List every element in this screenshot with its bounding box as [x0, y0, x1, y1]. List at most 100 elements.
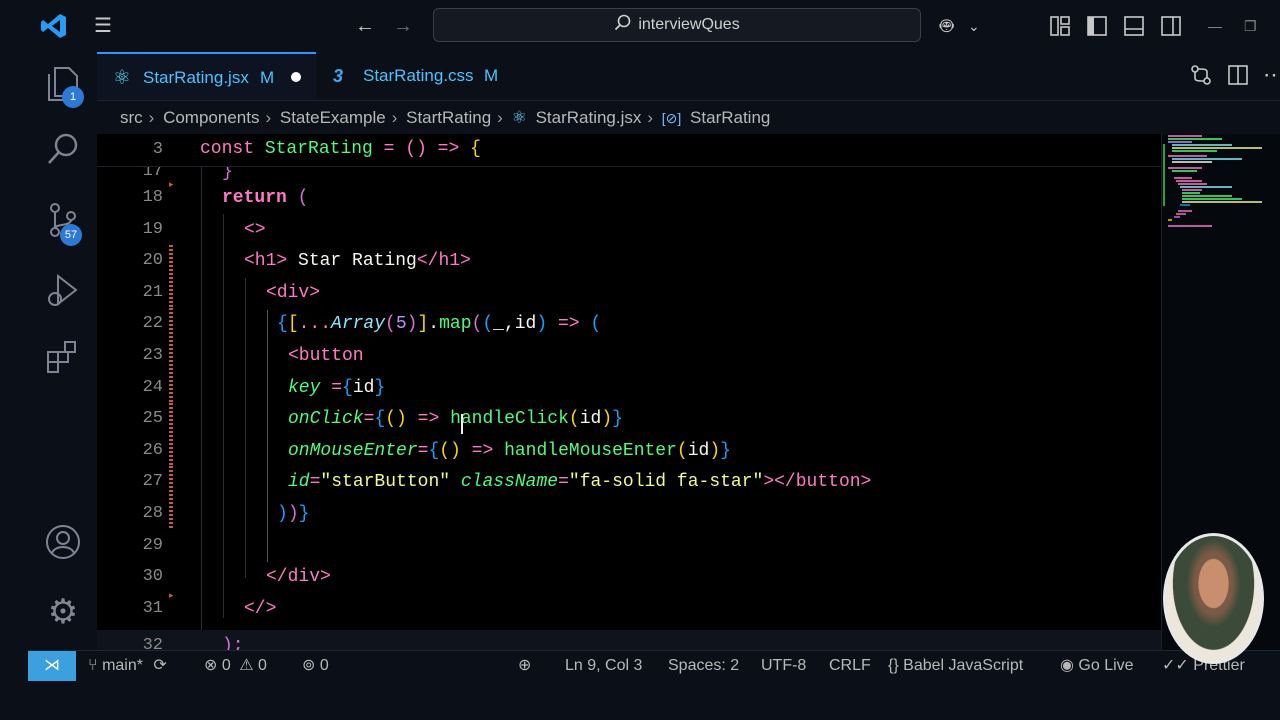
code-token: className	[460, 472, 559, 493]
modified-line-indicator[interactable]	[169, 498, 173, 530]
tab-starrating-jsx[interactable]: ⚛ StarRating.jsx M	[97, 52, 316, 100]
split-editor-icon[interactable]	[1228, 65, 1248, 85]
breadcrumb-item[interactable]: StarRating	[690, 108, 770, 127]
modified-line-indicator[interactable]	[169, 466, 173, 499]
breadcrumb-item[interactable]: Components	[163, 108, 259, 127]
tab-starrating-css[interactable]: 3 StarRating.css M	[317, 52, 539, 100]
customize-layout-icon[interactable]	[1050, 16, 1070, 36]
remote-indicator-icon[interactable]: ⋊	[28, 651, 76, 681]
settings-gear-icon[interactable]: ⚙	[43, 592, 83, 632]
back-arrow-icon[interactable]: ←	[355, 12, 375, 40]
code-token: ]	[417, 314, 429, 335]
fold-marker[interactable]: ▸	[169, 179, 174, 190]
copilot-icon[interactable]: 🤖︎	[940, 12, 953, 40]
code-token: =	[320, 377, 343, 398]
code-token: =>	[406, 409, 451, 430]
line-code: </>	[244, 593, 276, 625]
webcam-overlay	[1163, 533, 1264, 664]
vscode-logo-icon[interactable]	[40, 12, 68, 40]
code-token: </div>	[266, 567, 331, 588]
modified-line-indicator[interactable]	[169, 434, 173, 467]
code-line[interactable]: 20 <h1> Star Rating</h1>	[97, 245, 1161, 278]
line-code: onMouseEnter={() => handleMouseEnter(id)…	[288, 435, 731, 467]
go-live-label: Go Live	[1078, 657, 1134, 674]
more-actions-icon[interactable]: ⋯	[1263, 62, 1280, 88]
chevron-right-icon: ›	[265, 108, 272, 127]
code-line[interactable]: 25 onClick={() => handleClick(id)}	[97, 403, 1161, 436]
fold-marker[interactable]: ▸	[169, 590, 174, 601]
language-mode[interactable]: {} Babel JavaScript	[888, 651, 1023, 681]
status-bar: ⋊ ⑂ main* ⟳ ⊗ 0 ⚠ 0 ⊚ 0 ⊕ Ln 9, Col 3 Sp…	[28, 650, 1280, 681]
code-token: )	[536, 314, 548, 335]
code-token: 5	[395, 314, 407, 335]
zoom-icon[interactable]: ⊕	[518, 651, 531, 681]
code-token: =>	[547, 314, 591, 335]
code-line[interactable]: 19 <>	[97, 214, 1161, 246]
code-token: id	[352, 377, 375, 398]
toggle-sidebar-icon[interactable]	[1087, 16, 1107, 36]
toggle-secondary-sidebar-icon[interactable]	[1161, 16, 1181, 36]
sync-icon[interactable]: ⟳	[153, 657, 166, 674]
code-token: =	[558, 472, 569, 493]
language-label: Babel JavaScript	[903, 657, 1024, 674]
run-debug-icon[interactable]	[43, 272, 83, 312]
code-token: }	[374, 377, 386, 398]
restore-icon[interactable]: ❐	[1244, 12, 1257, 40]
menu-icon[interactable]: ☰	[94, 12, 112, 40]
branch-indicator[interactable]: ⑂ main* ⟳	[88, 651, 167, 681]
line-number: 31	[142, 598, 163, 618]
code-line[interactable]: 30 </div>	[97, 561, 1161, 593]
extensions-icon[interactable]	[43, 340, 83, 380]
line-number: 28	[142, 504, 163, 523]
chevron-down-icon[interactable]: ⌄	[968, 12, 980, 40]
breadcrumb-item[interactable]: StarRating.jsx	[536, 108, 642, 127]
line-code: );	[222, 636, 244, 650]
modified-line-indicator[interactable]	[169, 308, 173, 341]
code-line[interactable]: 26 onMouseEnter={() => handleMouseEnter(i…	[97, 434, 1161, 467]
line-code: <>	[244, 214, 266, 246]
modified-line-indicator[interactable]	[169, 340, 173, 372]
code-token: =	[363, 409, 375, 430]
code-line[interactable]: 22 {[...Array(5)].map((_,id) => (	[97, 308, 1161, 341]
code-line[interactable]: 29	[97, 530, 1161, 562]
modified-line-indicator[interactable]	[169, 371, 173, 404]
code-token: =	[417, 440, 429, 461]
tab-dirty-indicator[interactable]	[291, 72, 301, 82]
breadcrumb-item[interactable]: StartRating	[406, 108, 491, 127]
line-ending[interactable]: CRLF	[829, 651, 871, 681]
cursor-position[interactable]: Ln 9, Col 3	[565, 651, 642, 681]
toggle-panel-icon[interactable]	[1124, 16, 1144, 36]
code-line[interactable]: 18 return (	[97, 182, 1161, 214]
compare-changes-icon[interactable]	[1190, 64, 1212, 86]
breadcrumb-item[interactable]: StateExample	[280, 108, 386, 127]
code-line[interactable]: 21 <div>	[97, 276, 1161, 309]
search-icon[interactable]	[43, 132, 83, 172]
modified-line-indicator[interactable]	[169, 245, 173, 278]
forward-arrow-icon[interactable]: →	[393, 12, 413, 40]
command-center-search[interactable]: interviewQues	[433, 8, 921, 42]
indentation[interactable]: Spaces: 2	[668, 651, 739, 681]
encoding[interactable]: UTF-8	[761, 651, 806, 681]
code-token: id	[579, 409, 602, 430]
code-line[interactable]: 24 key ={id}	[97, 371, 1161, 404]
line-code: ))}	[277, 498, 309, 530]
go-live-button[interactable]: ◉ Go Live	[1060, 651, 1134, 681]
code-line[interactable]: 32 );	[97, 630, 1161, 650]
code-line[interactable]: 23 <button	[97, 340, 1161, 372]
account-icon[interactable]	[43, 524, 83, 564]
line-number: 22	[142, 314, 163, 334]
modified-line-indicator[interactable]	[169, 276, 173, 309]
problems-indicator[interactable]: ⊗ 0 ⚠ 0	[204, 651, 267, 681]
minimize-icon[interactable]: —	[1208, 12, 1222, 40]
line-number: 20	[142, 251, 163, 271]
code-line[interactable]: 28))}	[97, 498, 1161, 530]
breadcrumb: src › Components › StateExample › StartRati…	[120, 104, 774, 132]
code-editor[interactable]: 3 const StarRating = () => { 17 } ▸ 18 re…	[97, 134, 1161, 650]
ports-indicator[interactable]: ⊚ 0	[302, 651, 329, 681]
code-line[interactable]: 31 </>	[97, 593, 1161, 625]
code-line[interactable]: 27 id="starButton" className="fa-solid fa…	[97, 466, 1161, 499]
line-number: 27	[142, 472, 163, 492]
modified-line-indicator[interactable]	[169, 403, 173, 436]
sticky-scroll-line[interactable]: 3 const StarRating = () => {	[97, 134, 1161, 167]
breadcrumb-item[interactable]: src	[120, 108, 143, 127]
